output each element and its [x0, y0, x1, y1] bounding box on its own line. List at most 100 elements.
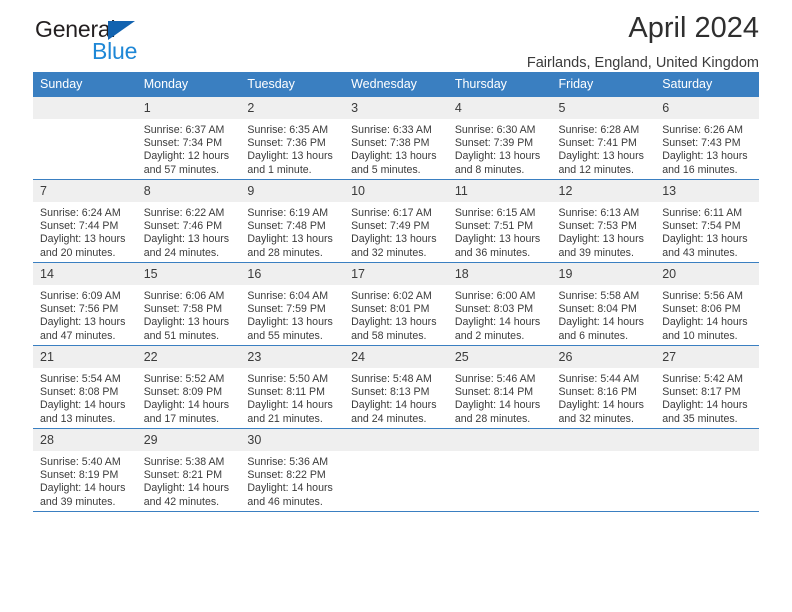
calendar-day-cell[interactable]: 19 Sunrise: 5:58 AM Sunset: 8:04 PM Dayligh… — [551, 262, 656, 346]
calendar-day-cell[interactable]: 7 Sunrise: 6:24 AM Sunset: 7:44 PM Daylight… — [33, 179, 137, 263]
day-details: Sunrise: 6:06 AM Sunset: 7:58 PM Daylight:… — [137, 285, 241, 343]
sunset-time: Sunset: 7:34 PM — [143, 137, 223, 150]
day-cell-inner: 9 Sunrise: 6:19 AM Sunset: 7:48 PM Daylight… — [240, 180, 345, 262]
calendar-day-cell[interactable]: 21 Sunrise: 5:54 AM Sunset: 8:08 PM Dayligh… — [33, 345, 137, 429]
calendar-day-cell[interactable]: 16 Sunrise: 6:04 AM Sunset: 7:59 PM Dayligh… — [240, 262, 345, 346]
sunrise-sunset-calendar: Sunday Monday Tuesday Wednesday Thursday… — [33, 72, 759, 512]
sunrise-time: Sunrise: 5:54 AM — [40, 373, 121, 385]
calendar-page: General Blue April 2024 Fairlands, Engla… — [0, 0, 792, 612]
day-cell-inner: 4 Sunrise: 6:30 AM Sunset: 7:39 PM Daylight… — [447, 97, 552, 179]
calendar-day-cell[interactable]: 6 Sunrise: 6:26 AM Sunset: 7:43 PM Daylight… — [655, 97, 759, 180]
general-blue-logo[interactable]: General Blue — [35, 16, 235, 72]
calendar-day-cell[interactable]: 25 Sunrise: 5:46 AM Sunset: 8:14 PM Dayligh… — [447, 345, 552, 429]
calendar-day-cell[interactable]: 20 Sunrise: 5:56 AM Sunset: 8:06 PM Dayligh… — [655, 262, 759, 346]
calendar-day-cell[interactable]: 11 Sunrise: 6:15 AM Sunset: 7:51 PM Dayligh… — [447, 179, 552, 263]
sunset-time: Sunset: 7:56 PM — [40, 303, 119, 316]
day-number: 24 — [344, 346, 448, 368]
daylight-duration-line1: Daylight: 13 hours — [247, 150, 333, 163]
day-details: Sunrise: 6:35 AM Sunset: 7:36 PM Daylight:… — [240, 119, 344, 177]
calendar-day-cell[interactable]: 24 Sunrise: 5:48 AM Sunset: 8:13 PM Dayligh… — [344, 345, 448, 429]
calendar-day-cell[interactable]: 27 Sunrise: 5:42 AM Sunset: 8:17 PM Dayligh… — [655, 345, 759, 429]
day-cell-inner: 3 Sunrise: 6:33 AM Sunset: 7:38 PM Daylight… — [344, 97, 448, 179]
day-number: 3 — [344, 97, 448, 119]
day-number: 22 — [136, 346, 241, 368]
daylight-duration-line1: Daylight: 13 hours — [351, 233, 437, 246]
calendar-day-cell[interactable]: 1 Sunrise: 6:37 AM Sunset: 7:34 PM Daylight… — [136, 97, 241, 180]
daylight-duration-line1: Daylight: 14 hours — [558, 399, 644, 412]
calendar-day-cell[interactable]: 23 Sunrise: 5:50 AM Sunset: 8:11 PM Dayligh… — [240, 345, 345, 429]
sunrise-time: Sunrise: 5:44 AM — [558, 373, 640, 385]
calendar-day-cell[interactable]: 4 Sunrise: 6:30 AM Sunset: 7:39 PM Daylight… — [447, 97, 552, 180]
daylight-duration-line2: and 8 minutes. — [454, 163, 525, 176]
calendar-day-cell[interactable]: 12 Sunrise: 6:13 AM Sunset: 7:53 PM Dayligh… — [551, 179, 656, 263]
day-details — [552, 451, 656, 456]
day-cell-inner: 17 Sunrise: 6:02 AM Sunset: 8:01 PM Dayligh… — [344, 263, 448, 345]
calendar-day-cell[interactable]: 30 Sunrise: 5:36 AM Sunset: 8:22 PM Dayligh… — [240, 428, 345, 512]
day-number: 21 — [33, 346, 137, 368]
calendar-day-cell[interactable]: 8 Sunrise: 6:22 AM Sunset: 7:46 PM Daylight… — [136, 179, 241, 263]
calendar-day-cell[interactable]: 3 Sunrise: 6:33 AM Sunset: 7:38 PM Daylight… — [344, 97, 448, 180]
sunrise-time: Sunrise: 5:42 AM — [662, 373, 743, 385]
daylight-duration-line1: Daylight: 13 hours — [662, 233, 748, 246]
day-number: 6 — [655, 97, 759, 119]
daylight-duration-line1: Daylight: 13 hours — [558, 233, 644, 246]
day-details: Sunrise: 6:30 AM Sunset: 7:39 PM Daylight:… — [448, 119, 552, 177]
sunrise-time: Sunrise: 5:36 AM — [247, 456, 329, 468]
calendar-day-cell[interactable]: 13 Sunrise: 6:11 AM Sunset: 7:54 PM Dayligh… — [655, 179, 759, 263]
sunset-time: Sunset: 8:06 PM — [662, 303, 741, 316]
daylight-duration-line2: and 21 minutes. — [247, 412, 323, 425]
sunset-time: Sunset: 8:08 PM — [40, 386, 119, 399]
day-cell-inner — [655, 429, 759, 511]
calendar-day-cell[interactable]: 10 Sunrise: 6:17 AM Sunset: 7:49 PM Dayligh… — [344, 179, 448, 263]
sunrise-time: Sunrise: 5:46 AM — [454, 373, 536, 385]
daylight-duration-line2: and 51 minutes. — [143, 329, 220, 342]
sunset-time: Sunset: 7:49 PM — [351, 220, 430, 233]
calendar-day-cell[interactable]: 18 Sunrise: 6:00 AM Sunset: 8:03 PM Dayligh… — [447, 262, 552, 346]
day-cell-inner: 8 Sunrise: 6:22 AM Sunset: 7:46 PM Daylight… — [136, 180, 241, 262]
sunrise-time: Sunrise: 6:24 AM — [40, 207, 121, 219]
daylight-duration-line1: Daylight: 13 hours — [247, 233, 333, 246]
calendar-day-cell[interactable]: 17 Sunrise: 6:02 AM Sunset: 8:01 PM Dayligh… — [344, 262, 448, 346]
day-details: Sunrise: 6:11 AM Sunset: 7:54 PM Daylight:… — [655, 202, 759, 260]
calendar-day-cell[interactable]: 14 Sunrise: 6:09 AM Sunset: 7:56 PM Dayligh… — [33, 262, 137, 346]
page-subtitle: Fairlands, England, United Kingdom — [526, 55, 759, 71]
daylight-duration-line1: Daylight: 14 hours — [143, 482, 230, 495]
calendar-day-cell[interactable]: 2 Sunrise: 6:35 AM Sunset: 7:36 PM Daylight… — [240, 97, 345, 180]
daylight-duration-line2: and 10 minutes. — [662, 329, 738, 342]
sunset-time: Sunset: 8:13 PM — [351, 386, 430, 399]
day-number: 5 — [551, 97, 656, 119]
calendar-day-cell[interactable]: 29 Sunrise: 5:38 AM Sunset: 8:21 PM Dayligh… — [136, 428, 241, 512]
sunset-time: Sunset: 7:38 PM — [351, 137, 430, 150]
daylight-duration-line1: Daylight: 14 hours — [662, 316, 748, 329]
day-number: 13 — [655, 180, 759, 202]
page-title: April 2024 — [628, 12, 759, 44]
day-number: 7 — [33, 180, 137, 202]
day-details: Sunrise: 6:26 AM Sunset: 7:43 PM Daylight:… — [655, 119, 759, 177]
daylight-duration-line1: Daylight: 14 hours — [558, 316, 644, 329]
weekday-header-sunday: Sunday — [33, 72, 137, 97]
weekday-header-monday: Monday — [136, 72, 241, 97]
sunrise-time: Sunrise: 6:09 AM — [40, 290, 121, 302]
day-cell-inner — [447, 429, 552, 511]
calendar-empty-cell — [33, 97, 137, 180]
calendar-day-cell[interactable]: 9 Sunrise: 6:19 AM Sunset: 7:48 PM Daylight… — [240, 179, 345, 263]
day-cell-inner: 11 Sunrise: 6:15 AM Sunset: 7:51 PM Dayligh… — [447, 180, 552, 262]
day-cell-inner: 29 Sunrise: 5:38 AM Sunset: 8:21 PM Dayligh… — [136, 429, 241, 511]
daylight-duration-line2: and 39 minutes. — [558, 246, 634, 259]
day-details: Sunrise: 5:52 AM Sunset: 8:09 PM Daylight:… — [137, 368, 241, 426]
daylight-duration-line2: and 47 minutes. — [40, 329, 116, 342]
daylight-duration-line2: and 35 minutes. — [662, 412, 738, 425]
daylight-duration-line1: Daylight: 13 hours — [143, 316, 230, 329]
day-details: Sunrise: 5:54 AM Sunset: 8:08 PM Daylight:… — [33, 368, 137, 426]
calendar-day-cell[interactable]: 28 Sunrise: 5:40 AM Sunset: 8:19 PM Dayligh… — [33, 428, 137, 512]
day-details — [344, 451, 448, 456]
day-number: 2 — [240, 97, 345, 119]
day-number: 29 — [136, 429, 241, 451]
daylight-duration-line1: Daylight: 13 hours — [454, 150, 541, 163]
calendar-day-cell[interactable]: 26 Sunrise: 5:44 AM Sunset: 8:16 PM Dayligh… — [551, 345, 656, 429]
day-details: Sunrise: 6:04 AM Sunset: 7:59 PM Daylight:… — [240, 285, 344, 343]
calendar-day-cell[interactable]: 22 Sunrise: 5:52 AM Sunset: 8:09 PM Dayligh… — [136, 345, 241, 429]
calendar-day-cell[interactable]: 5 Sunrise: 6:28 AM Sunset: 7:41 PM Daylight… — [551, 97, 656, 180]
calendar-day-cell[interactable]: 15 Sunrise: 6:06 AM Sunset: 7:58 PM Dayligh… — [136, 262, 241, 346]
sunrise-time: Sunrise: 5:50 AM — [247, 373, 329, 385]
